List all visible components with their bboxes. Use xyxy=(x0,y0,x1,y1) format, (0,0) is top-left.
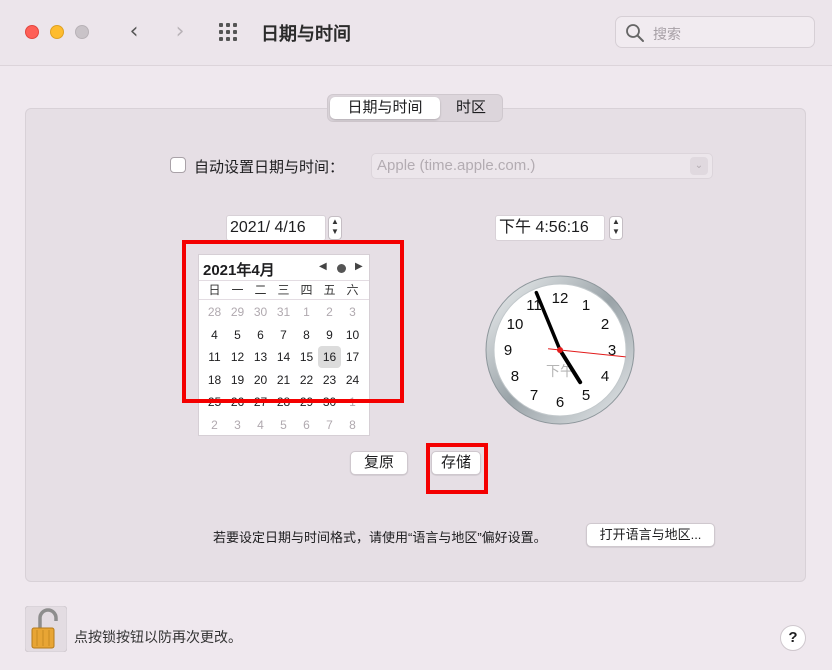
clock-number: 12 xyxy=(552,290,569,307)
clock-number: 10 xyxy=(507,316,524,333)
calendar-day[interactable]: 6 xyxy=(295,414,318,436)
time-field[interactable]: 下午 4:56:16 xyxy=(495,215,605,241)
search-icon xyxy=(626,24,644,42)
date-field[interactable]: 2021/ 4/16 xyxy=(226,215,326,241)
clock-number: 1 xyxy=(582,297,590,314)
analog-clock: 12 1234567891011 下午 xyxy=(485,275,635,425)
calendar-day[interactable]: 5 xyxy=(272,414,295,436)
clock-number: 2 xyxy=(601,316,609,333)
calendar-day[interactable]: 3 xyxy=(226,414,249,436)
forward-button[interactable]: › xyxy=(166,18,194,46)
tab-date-time[interactable]: 日期与时间 xyxy=(330,97,440,119)
show-all-grid-icon[interactable] xyxy=(219,23,241,43)
highlight-box xyxy=(426,443,488,494)
window-title: 日期与时间 xyxy=(261,24,351,44)
chevron-left-icon: ‹ xyxy=(129,19,139,44)
minimize-button[interactable] xyxy=(50,25,64,39)
close-button[interactable] xyxy=(25,25,39,39)
clock-number: 7 xyxy=(530,387,538,404)
clock-number: 5 xyxy=(582,387,590,404)
back-button[interactable]: ‹ xyxy=(120,18,148,46)
search-placeholder: 搜索 xyxy=(653,26,681,42)
search-field[interactable]: 搜索 xyxy=(615,16,815,48)
lock-icon[interactable] xyxy=(25,606,67,652)
tab-time-zone[interactable]: 时区 xyxy=(442,97,500,119)
calendar-day[interactable]: 8 xyxy=(341,414,364,436)
calendar-day[interactable]: 4 xyxy=(249,414,272,436)
chevron-down-icon: ⌄ xyxy=(690,157,708,175)
format-note: 若要设定日期与时间格式，请使用“语言与地区”偏好设置。 xyxy=(213,530,547,545)
tab-control: 日期与时间 时区 xyxy=(327,94,503,122)
clock-number: 3 xyxy=(608,342,616,359)
clock-number: 4 xyxy=(601,368,609,385)
clock-number: 9 xyxy=(504,342,512,359)
time-server-value: Apple (time.apple.com.) xyxy=(377,157,536,174)
time-server-select[interactable]: Apple (time.apple.com.) ⌄ xyxy=(371,153,713,179)
clock-center xyxy=(557,347,563,353)
highlight-box xyxy=(182,240,404,403)
revert-button[interactable]: 复原 xyxy=(350,451,408,475)
open-language-region-button[interactable]: 打开语言与地区... xyxy=(586,523,715,547)
settings-panel xyxy=(25,108,806,582)
calendar-day[interactable]: 2 xyxy=(203,414,226,436)
calendar-day[interactable]: 7 xyxy=(318,414,341,436)
clock-number: 8 xyxy=(511,368,519,385)
clock-number: 6 xyxy=(556,394,564,411)
zoom-button[interactable] xyxy=(75,25,89,39)
time-stepper[interactable]: ▲ ▼ xyxy=(609,216,623,240)
auto-set-label: 自动设置日期与时间： xyxy=(194,159,345,176)
date-stepper[interactable]: ▲ ▼ xyxy=(328,216,342,240)
auto-set-checkbox[interactable] xyxy=(170,157,186,173)
lock-label: 点按锁按钮以防再次更改。 xyxy=(74,629,242,645)
chevron-right-icon: › xyxy=(175,19,185,44)
help-button[interactable]: ? xyxy=(780,625,806,651)
